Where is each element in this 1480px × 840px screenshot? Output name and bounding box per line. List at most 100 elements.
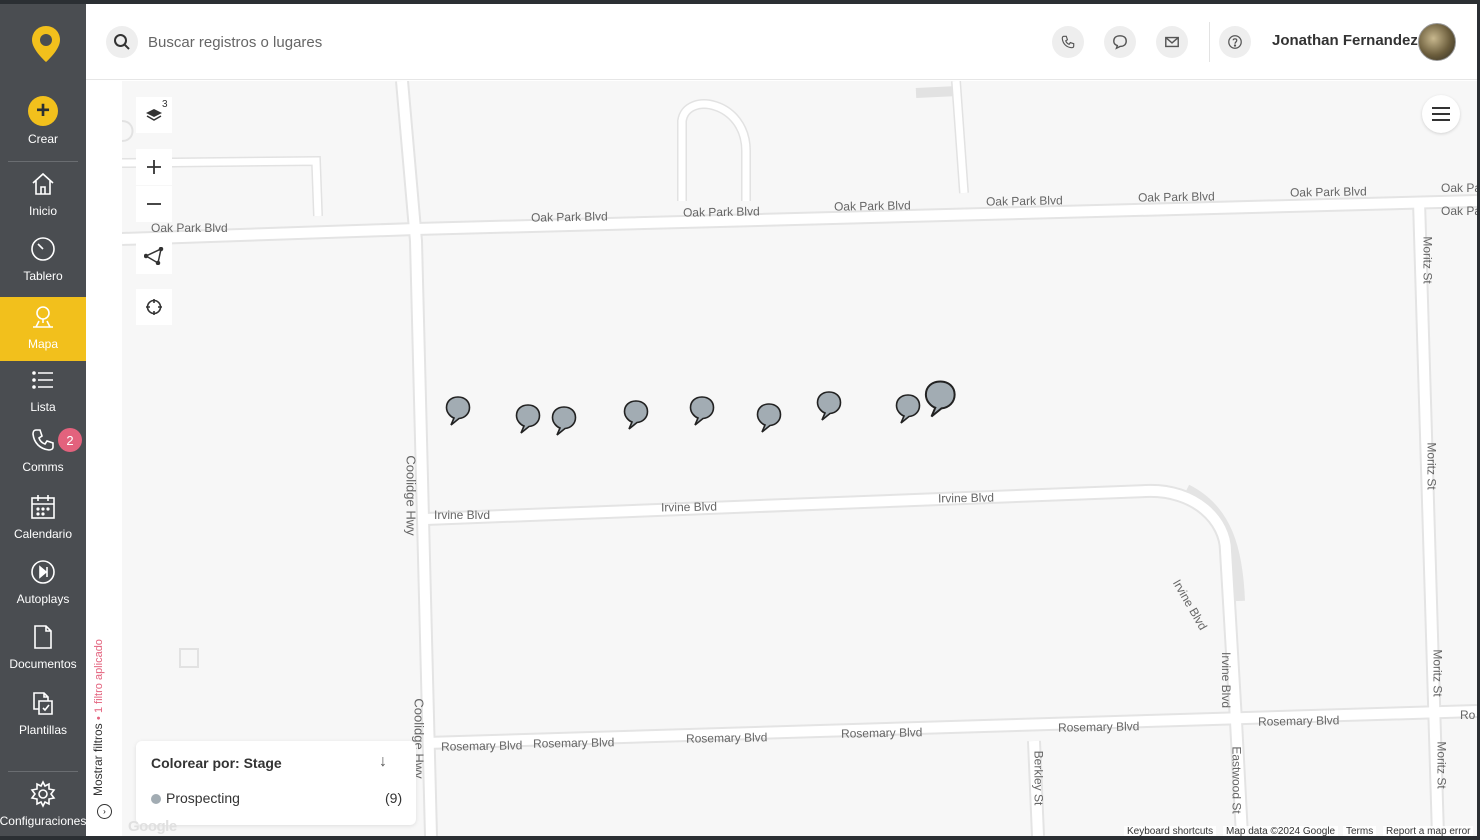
map-data-label: Map data ©2024 Google	[1223, 826, 1339, 836]
home-icon	[32, 172, 54, 195]
notification-badge: 2	[58, 428, 82, 452]
map-pin[interactable]	[515, 403, 541, 440]
google-logo: Google	[128, 818, 177, 835]
sidebar-item-label: Lista	[30, 400, 56, 414]
sidebar-item-plantillas[interactable]: Plantillas	[0, 685, 86, 747]
sidebar-item-calendario[interactable]: Calendario	[0, 489, 86, 551]
chat-icon[interactable]	[1104, 26, 1136, 58]
map-pin[interactable]	[924, 379, 957, 424]
map-pin[interactable]	[623, 399, 649, 436]
sidebar-item-comms[interactable]: Comms 2	[0, 422, 86, 484]
street-label: Eastwood St	[1229, 746, 1244, 814]
divider	[8, 161, 78, 162]
polygon-draw-icon	[144, 247, 164, 265]
sidebar-item-inicio[interactable]: Inicio	[0, 166, 86, 228]
zoom-in-button[interactable]	[136, 149, 172, 185]
sidebar-item-configuraciones[interactable]: Configuraciones	[0, 776, 86, 838]
play-circle-icon	[31, 560, 55, 584]
sidebar-item-label: Configuraciones	[0, 814, 87, 828]
street-label: Rosemary Blvd	[440, 738, 523, 754]
map-canvas[interactable]: Oak Park Blvd Oak Park Blvd Oak Park Blv…	[86, 81, 1477, 836]
sidebar-item-documentos[interactable]: Documentos	[0, 619, 86, 681]
layers-count: 3	[162, 99, 168, 110]
avatar[interactable]	[1418, 23, 1456, 61]
filters-applied-label: • 1 filtro aplicado	[93, 639, 105, 720]
street-label: Rosemary Blvd	[685, 730, 768, 746]
sidebar-item-label: Autoplays	[16, 592, 70, 606]
user-name[interactable]: Jonathan Fernandez	[1272, 32, 1418, 49]
layers-icon	[146, 109, 162, 121]
hamburger-icon	[1432, 107, 1450, 121]
plus-icon: +	[28, 96, 58, 126]
street-label: Oak Park Blvd	[151, 221, 228, 235]
legend-title: Colorear por: Stage	[151, 755, 282, 771]
zoom-out-button[interactable]	[136, 186, 172, 222]
sidebar-item-lista[interactable]: Lista	[0, 362, 86, 424]
sidebar-item-label: Inicio	[28, 204, 57, 218]
legend-color-dot	[151, 794, 161, 804]
phone-icon[interactable]	[1052, 26, 1084, 58]
street-label: Oak Park Blvd	[1137, 189, 1215, 205]
street-label: Oak Pa	[1441, 181, 1477, 195]
street-label: Oak Pa	[1441, 204, 1477, 218]
report-map-error-link[interactable]: Report a map error	[1383, 826, 1474, 836]
street-label: Rosemary Blvd	[532, 735, 615, 751]
street-label: Irvine Blvd	[434, 508, 491, 522]
sidebar-item-tablero[interactable]: Tablero	[0, 231, 86, 293]
map-pin[interactable]	[689, 395, 715, 432]
sidebar-item-mapa[interactable]: Mapa	[0, 297, 86, 361]
help-icon[interactable]	[1219, 26, 1251, 58]
street-label: Oak Park Blvd	[1289, 184, 1367, 200]
list-icon	[32, 371, 53, 389]
sidebar-item-crear[interactable]: + Crear	[0, 94, 86, 156]
keyboard-shortcuts-link[interactable]: Keyboard shortcuts	[1124, 826, 1217, 836]
sidebar-item-label: Calendario	[13, 527, 73, 541]
street-label: Irvine Blvd	[660, 499, 718, 515]
street-label: Moritz St	[1420, 236, 1435, 284]
layers-button[interactable]: 3	[136, 97, 172, 133]
divider	[8, 771, 78, 772]
gear-icon	[30, 780, 56, 808]
divider	[1209, 22, 1210, 62]
top-bar: Jonathan Fernandez	[86, 4, 1477, 80]
street-label: Rosemary Blvd	[1257, 713, 1340, 729]
street-label: Rosemary Blvd	[840, 725, 923, 741]
street-label: Rosemary Blvd	[1057, 719, 1140, 735]
templates-icon	[33, 692, 53, 715]
app-logo[interactable]	[30, 24, 62, 64]
calendar-icon	[31, 495, 55, 519]
arrow-down-icon[interactable]: ↓	[379, 753, 387, 771]
map-pin[interactable]	[895, 393, 921, 430]
show-filters-button[interactable]: Mostrar filtros • 1 filtro aplicado	[91, 639, 105, 796]
show-filters-label: Mostrar filtros	[91, 723, 105, 796]
locate-me-button[interactable]	[136, 289, 172, 325]
sidebar-item-label: Documentos	[9, 657, 77, 671]
street-label: Irvine Blvd	[1219, 651, 1234, 709]
sidebar-item-label: Tablero	[23, 269, 63, 283]
map-pin-icon	[33, 306, 53, 328]
map-pin[interactable]	[445, 395, 471, 432]
street-label: Moritz St	[1434, 741, 1449, 789]
search-input[interactable]	[148, 30, 548, 54]
menu-button[interactable]	[1422, 95, 1460, 133]
sidebar-item-label: Comms	[22, 460, 64, 474]
search-icon[interactable]	[106, 26, 138, 58]
sidebar: + Crear Inicio Tablero Mapa Lista Comms …	[0, 4, 86, 836]
sidebar-item-autoplays[interactable]: Autoplays	[0, 554, 86, 616]
draw-shape-button[interactable]	[136, 238, 172, 274]
street-label: Oak Park Blvd	[833, 198, 911, 214]
legend-item-label[interactable]: Prospecting	[166, 790, 240, 806]
crosshair-icon	[146, 299, 162, 315]
sidebar-item-label: Mapa	[27, 337, 59, 351]
street-label: Ro	[1460, 708, 1476, 722]
chevron-right-icon[interactable]: ›	[97, 804, 112, 819]
map-pin[interactable]	[816, 390, 842, 427]
street-label: Coolidge Hwy	[403, 455, 419, 536]
plus-icon	[147, 160, 161, 174]
street-label: Oak Park Blvd	[682, 204, 760, 220]
map-pin[interactable]	[551, 405, 577, 442]
map-pin[interactable]	[756, 402, 782, 439]
terms-link[interactable]: Terms	[1343, 826, 1377, 836]
mail-icon[interactable]	[1156, 26, 1188, 58]
phone-icon	[32, 429, 54, 451]
